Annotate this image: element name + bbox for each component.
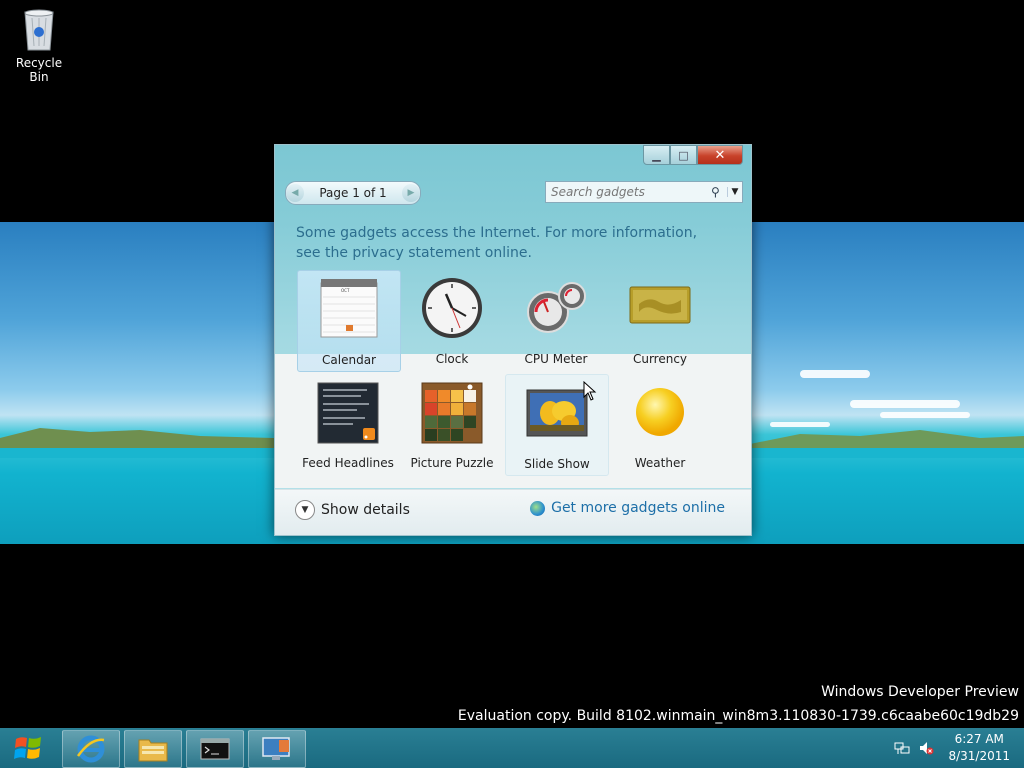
gadget-currency[interactable]: Currency xyxy=(609,270,711,370)
minimize-icon: ▁ xyxy=(652,148,661,162)
gallery-footer: ▼ Show details Get more gadgets online xyxy=(275,489,751,535)
watermark-build: Evaluation copy. Build 8102.winmain_win8… xyxy=(457,708,1019,724)
gadget-label: Currency xyxy=(632,352,688,366)
gadget-label: Calendar xyxy=(322,353,376,367)
close-icon: ✕ xyxy=(714,147,726,163)
taskbar: 6:27 AM 8/31/2011 xyxy=(0,728,1024,768)
network-icon[interactable] xyxy=(894,740,910,756)
taskbar-command-prompt[interactable] xyxy=(186,730,244,768)
taskbar-desktop-gadgets[interactable] xyxy=(248,730,306,768)
recycle-bin[interactable]: Recycle Bin xyxy=(6,6,72,84)
recycle-bin-label: Recycle Bin xyxy=(15,56,63,84)
show-details-label: Show details xyxy=(321,502,410,518)
gadget-gallery-window: ▁ □ ✕ ◀ Page 1 of 1 ▶ Search gadgets ⚲ ▼… xyxy=(274,144,752,536)
command-prompt-icon xyxy=(200,738,230,760)
search-input[interactable]: Search gadgets xyxy=(546,185,711,199)
folder-icon xyxy=(138,739,168,762)
gadget-label: Slide Show xyxy=(524,457,590,471)
chevron-left-icon: ◀ xyxy=(291,188,299,198)
globe-icon xyxy=(530,500,546,516)
currency-icon xyxy=(629,286,691,329)
gadget-weather[interactable]: Weather xyxy=(609,374,711,474)
previous-page-button[interactable]: ◀ xyxy=(286,184,304,202)
windows-logo-icon xyxy=(14,737,41,759)
volume-muted-icon[interactable] xyxy=(918,740,934,756)
gadget-feed-headlines[interactable]: Feed Headlines xyxy=(297,374,399,474)
gadget-calendar[interactable]: OCT Calendar xyxy=(297,270,401,372)
page-navigator: ◀ Page 1 of 1 ▶ xyxy=(285,181,421,205)
gadget-clock[interactable]: Clock xyxy=(401,270,503,370)
watermark-title: Windows Developer Preview xyxy=(821,684,1019,700)
gadget-cpu-meter[interactable]: CPU Meter xyxy=(505,270,607,370)
gadget-label: Clock xyxy=(435,352,469,366)
clock-time: 6:27 AM xyxy=(954,732,1004,746)
taskbar-internet-explorer[interactable] xyxy=(62,730,120,768)
calendar-icon: OCT xyxy=(319,277,379,342)
mouse-cursor-icon xyxy=(583,381,597,401)
search-icon[interactable]: ⚲ xyxy=(711,185,727,199)
clock-date: 8/31/2011 xyxy=(948,749,1010,763)
weather-icon xyxy=(632,384,688,443)
chevron-down-icon: ▼ xyxy=(295,500,315,520)
gadget-picture-puzzle[interactable]: Picture Puzzle xyxy=(401,374,503,474)
gadget-label: Feed Headlines xyxy=(302,456,394,470)
close-button[interactable]: ✕ xyxy=(697,145,743,165)
cpu-meter-icon xyxy=(524,276,588,339)
svg-text:OCT: OCT xyxy=(341,288,350,293)
get-more-gadgets-link[interactable]: Get more gadgets online xyxy=(530,500,725,516)
desktop-gadgets-icon xyxy=(262,737,290,760)
maximize-button[interactable]: □ xyxy=(670,145,697,165)
gadget-label: Picture Puzzle xyxy=(410,456,494,470)
next-page-button[interactable]: ▶ xyxy=(402,184,420,202)
get-more-gadgets-label: Get more gadgets online xyxy=(551,500,725,516)
picture-puzzle-icon xyxy=(421,382,483,447)
maximize-icon: □ xyxy=(678,148,689,162)
slide-show-icon xyxy=(526,389,588,440)
taskbar-clock[interactable]: 6:27 AM 8/31/2011 xyxy=(948,731,1010,765)
minimize-button[interactable]: ▁ xyxy=(643,145,670,165)
start-button[interactable] xyxy=(0,728,56,768)
gadget-label: CPU Meter xyxy=(524,352,588,366)
system-tray: 6:27 AM 8/31/2011 xyxy=(890,728,1024,768)
search-dropdown-icon[interactable]: ▼ xyxy=(727,187,742,197)
taskbar-file-explorer[interactable] xyxy=(124,730,182,768)
search-gadgets-field[interactable]: Search gadgets ⚲ ▼ xyxy=(545,181,743,203)
gadget-label: Weather xyxy=(634,456,686,470)
window-caption-buttons: ▁ □ ✕ xyxy=(643,145,743,165)
internet-notice-link[interactable]: Some gadgets access the Internet. For mo… xyxy=(296,223,726,263)
internet-explorer-icon xyxy=(76,735,105,763)
feed-headlines-icon xyxy=(317,382,379,447)
recycle-bin-icon xyxy=(22,8,56,52)
show-details-toggle[interactable]: ▼ Show details xyxy=(295,500,410,520)
page-label: Page 1 of 1 xyxy=(319,186,387,200)
clock-icon xyxy=(420,276,484,343)
chevron-right-icon: ▶ xyxy=(407,188,415,198)
